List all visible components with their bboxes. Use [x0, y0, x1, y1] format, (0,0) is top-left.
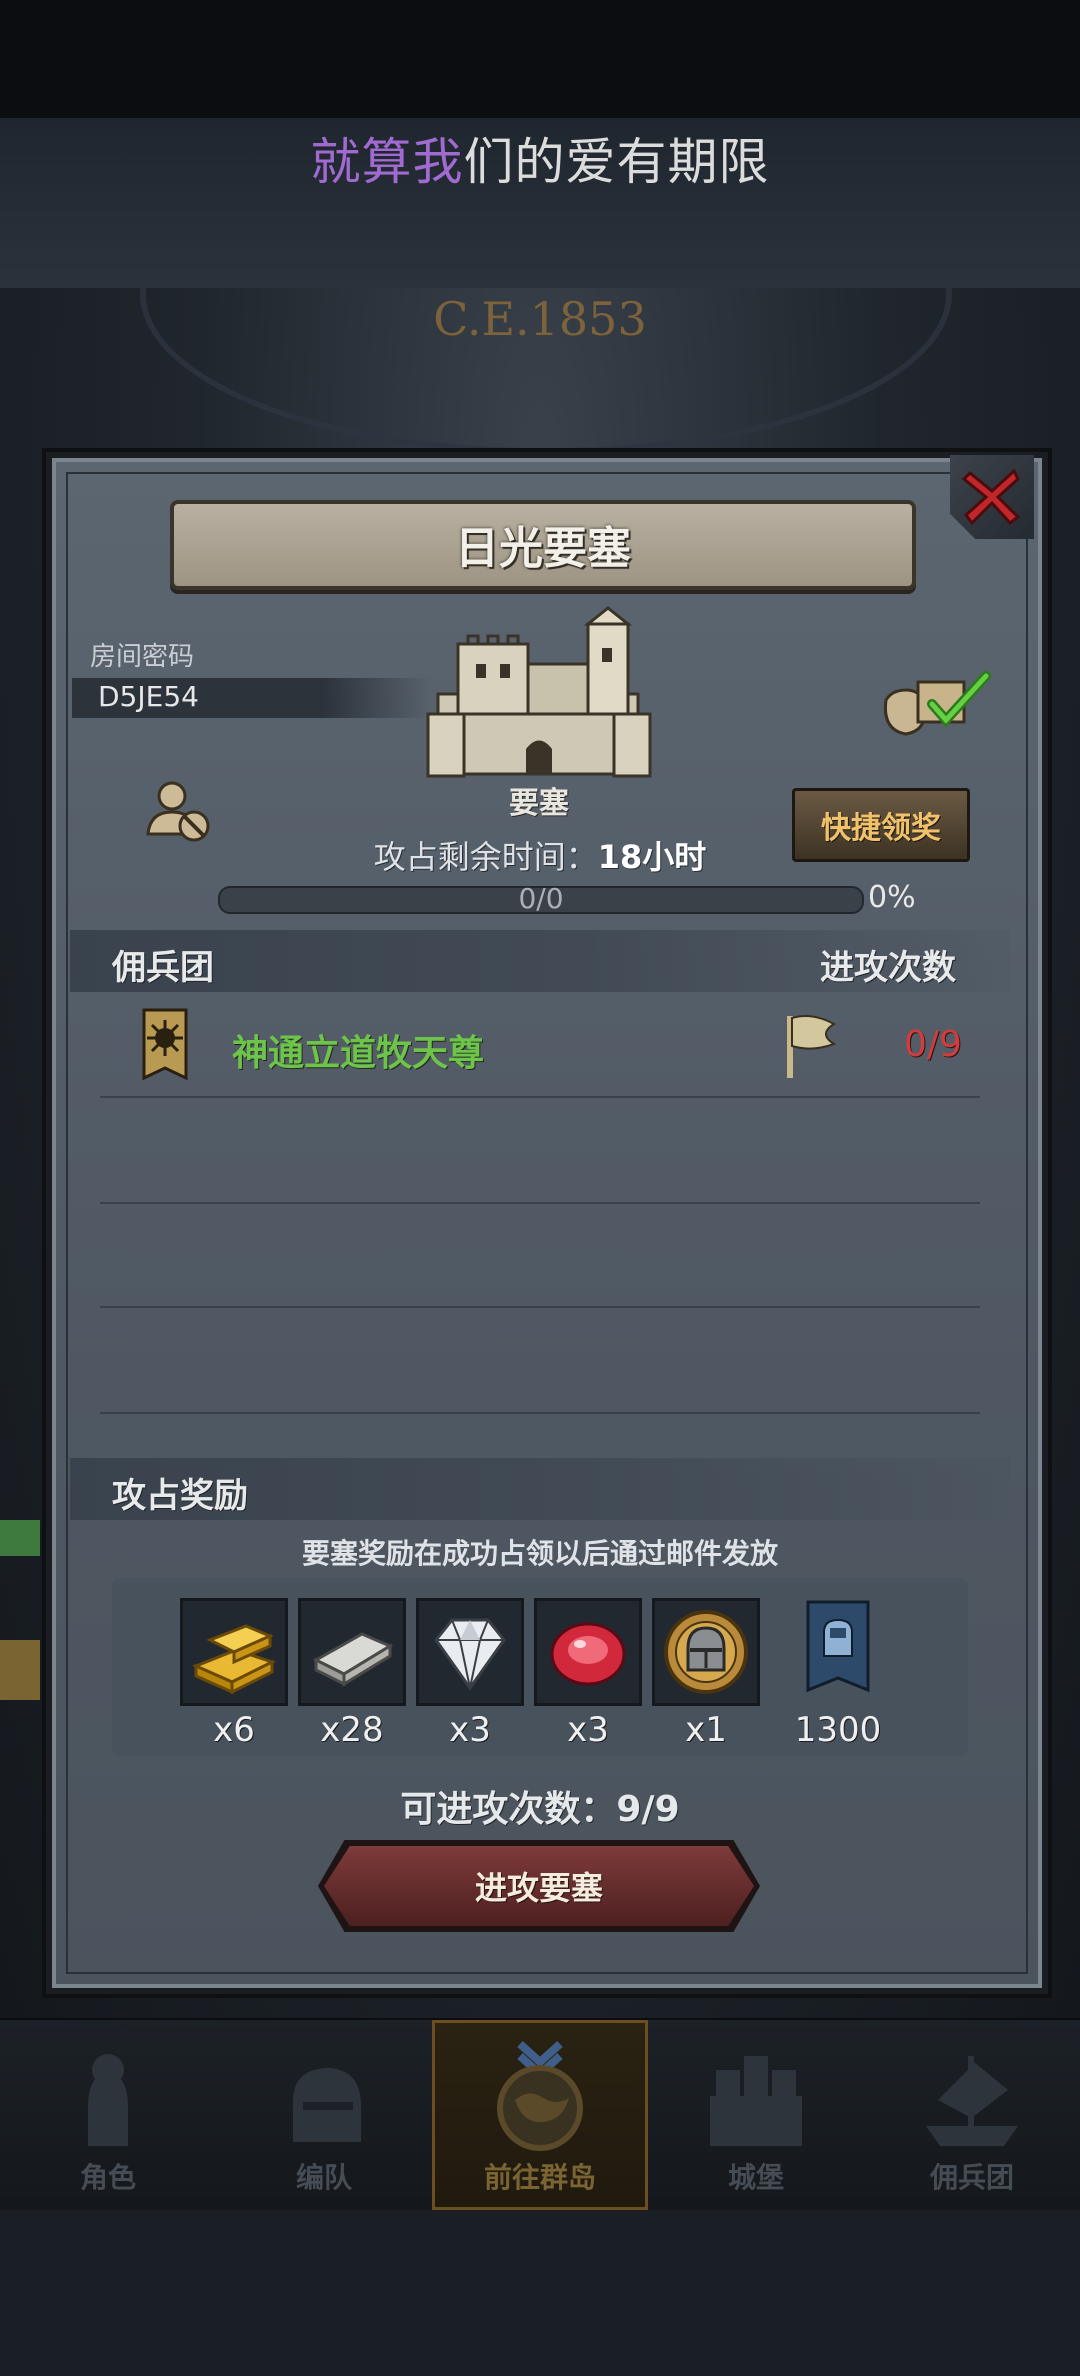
rewards-claimed-icon[interactable]: [876, 660, 996, 740]
mercenary-row[interactable]: [70, 1000, 1010, 1096]
reward-slot-iron[interactable]: [298, 1598, 406, 1706]
close-icon: [961, 468, 1021, 526]
room-code-value[interactable]: D5JE54: [98, 680, 199, 713]
dialog-title: 日光要塞: [455, 523, 631, 574]
nav-label: 佣兵团: [929, 2161, 1014, 2194]
progress-percent: 0%: [868, 880, 916, 915]
banner-point-icon: [806, 1600, 870, 1693]
available-attacks-label: 可进攻次数：: [400, 1789, 617, 1830]
iron-bar-icon: [312, 1632, 394, 1687]
fortress-icon: [418, 604, 660, 780]
remaining-time-label: 攻占剩余时间：: [373, 838, 598, 876]
attack-fortress-button[interactable]: 进攻要塞: [324, 1846, 754, 1926]
lyric-text: 就算我们的爱有期限: [0, 122, 1080, 194]
reward-slot-gold[interactable]: [180, 1598, 288, 1706]
row-divider: [100, 1096, 980, 1098]
reward-slot-diamond[interactable]: [416, 1598, 524, 1706]
ruby-icon: [550, 1622, 626, 1686]
fortress-label: 要塞: [509, 786, 569, 821]
reward-qty: x3: [567, 1710, 609, 1750]
nav-item-castle[interactable]: 城堡: [648, 2020, 864, 2210]
castle-icon: [710, 2056, 802, 2146]
reward-qty: x3: [449, 1710, 491, 1750]
reward-slot-points[interactable]: [790, 1598, 886, 1706]
mercenary-attack-count: 0/9: [904, 1024, 962, 1065]
reward-qty: x6: [213, 1710, 255, 1750]
nav-label: 前往群岛: [483, 2161, 596, 2194]
lyric-highlight: 就算我: [310, 133, 464, 191]
mercenary-name: 神通立道牧天尊: [232, 1033, 485, 1074]
nav-item-mercenary[interactable]: 佣兵团: [864, 2020, 1080, 2210]
reward-slot-helmet[interactable]: [652, 1598, 760, 1706]
nav-item-character[interactable]: 角色: [0, 2020, 216, 2210]
remaining-time: 攻占剩余时间：18小时: [0, 832, 1080, 878]
available-attacks: 可进攻次数：9/9: [0, 1780, 1080, 1832]
side-hint-gold: [0, 1640, 40, 1700]
nav-label: 角色: [79, 2161, 136, 2194]
globe-compass-icon: [497, 2041, 583, 2151]
helmet-icon: [293, 2068, 361, 2142]
row-divider: [100, 1306, 980, 1308]
nav-label: 城堡: [727, 2161, 784, 2194]
diamond-icon: [434, 1618, 506, 1691]
nav-item-islands[interactable]: 前往群岛: [432, 2020, 648, 2210]
progress-text: 0/0: [518, 882, 564, 915]
reward-qty: 1300: [794, 1710, 882, 1750]
nav-label: 编队: [295, 2161, 352, 2194]
reward-slot-ruby[interactable]: [534, 1598, 642, 1706]
guild-banner-icon: [140, 1008, 190, 1084]
attack-fortress-label: 进攻要塞: [474, 1869, 603, 1907]
reward-qty: x28: [320, 1710, 384, 1750]
mercenary-header: 佣兵团: [112, 948, 214, 988]
row-divider: [100, 1412, 980, 1414]
era-text: C.E.1853: [433, 292, 647, 346]
available-attacks-value: 9/9: [616, 1789, 680, 1830]
nav-item-formation[interactable]: 编队: [216, 2020, 432, 2210]
ship-icon: [926, 2056, 1018, 2146]
knight-icon: [88, 2054, 128, 2146]
lyric-rest: 们的爱有期限: [463, 133, 770, 191]
room-code-label: 房间密码: [90, 642, 195, 672]
rewards-header: 攻占奖励: [112, 1476, 248, 1516]
rewards-note: 要塞奖励在成功占领以后通过邮件发放: [301, 1537, 778, 1570]
attack-flag-icon: [782, 1012, 838, 1080]
remaining-time-value: 18小时: [597, 838, 707, 876]
knight-helmet-coin-icon: [664, 1610, 748, 1694]
row-divider: [100, 1202, 980, 1204]
system-gesture-area: [0, 2210, 1080, 2376]
gold-bar-icon: [192, 1624, 276, 1695]
reward-qty: x1: [685, 1710, 727, 1750]
attacks-header: 进攻次数: [820, 948, 956, 988]
